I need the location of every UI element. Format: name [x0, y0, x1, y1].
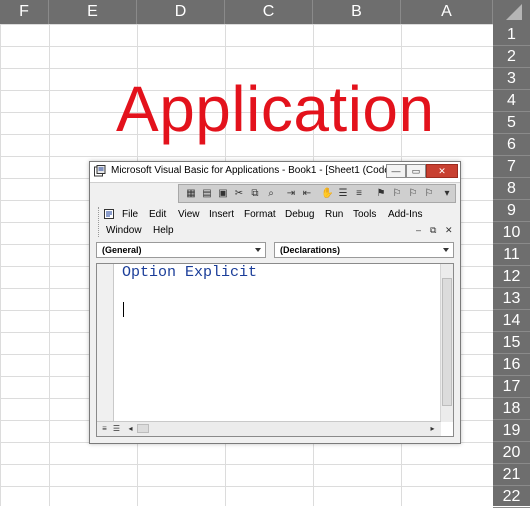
menu-view[interactable]: View [178, 209, 200, 220]
save-icon[interactable]: ▣ [217, 188, 229, 199]
child-minimize-icon[interactable]: – [416, 225, 421, 235]
chevron-down-icon [443, 248, 449, 252]
window-title: Microsoft Visual Basic for Applications … [111, 165, 396, 176]
row-header[interactable]: 19 [493, 420, 530, 442]
row-header[interactable]: 11 [493, 244, 530, 266]
row-header[interactable]: 10 [493, 222, 530, 244]
object-dropdown-value: (General) [102, 245, 142, 255]
vertical-scrollbar[interactable] [440, 264, 453, 422]
menu-run[interactable]: Run [325, 209, 343, 220]
select-all-icon [506, 4, 522, 20]
menu-help[interactable]: Help [153, 225, 174, 236]
toggle-bookmark-icon[interactable]: ⚑ [375, 188, 387, 199]
column-header-c[interactable]: C [225, 0, 313, 24]
code-line[interactable]: Option Explicit [122, 264, 257, 281]
procedure-dropdown[interactable]: (Declarations) [274, 242, 454, 258]
menu-debug[interactable]: Debug [285, 209, 314, 220]
row-header[interactable]: 7 [493, 156, 530, 178]
scroll-left-icon[interactable]: ◂ [125, 423, 136, 434]
row-header[interactable]: 6 [493, 134, 530, 156]
child-restore-icon[interactable]: ⧉ [430, 225, 436, 236]
row-header[interactable]: 3 [493, 68, 530, 90]
indent-icon[interactable]: ⇥ [285, 188, 297, 199]
menu-file[interactable]: File [122, 209, 138, 220]
child-close-icon[interactable]: ✕ [445, 225, 453, 236]
vba-app-icon[interactable] [94, 165, 106, 177]
window-title-bar[interactable]: Microsoft Visual Basic for Applications … [90, 162, 460, 183]
menu-window[interactable]: Window [106, 225, 142, 236]
previous-bookmark-icon[interactable]: ⚐ [407, 188, 419, 199]
menu-format[interactable]: Format [244, 209, 276, 220]
row-header[interactable]: 17 [493, 376, 530, 398]
standard-toolbar: ▦ ▤ ▣ ✂ ⧉ ⌕ ⇥ ⇤ ✋ ☰ ≡ ⚑ ⚐ ⚐ ⚐ ▾ [178, 184, 456, 203]
column-header-f[interactable]: F [0, 0, 49, 24]
uncomment-block-icon[interactable]: ≡ [353, 188, 365, 199]
restore-button[interactable]: ▭ [406, 164, 426, 178]
row-header[interactable]: 20 [493, 442, 530, 464]
row-header[interactable]: 21 [493, 464, 530, 486]
menu-grip[interactable] [98, 207, 101, 237]
margin-indicator-bar[interactable] [97, 264, 114, 422]
menu-bar: File Edit View Insert Format Debug Run T… [94, 205, 458, 239]
row-header[interactable]: 8 [493, 178, 530, 200]
row-header[interactable]: 15 [493, 332, 530, 354]
text-cursor [123, 302, 124, 317]
procedure-dropdown-value: (Declarations) [280, 245, 341, 255]
column-header-e[interactable]: E [49, 0, 137, 24]
clear-bookmarks-icon[interactable]: ⚐ [423, 188, 435, 199]
row-header[interactable]: 4 [493, 90, 530, 112]
column-header-a[interactable]: A [401, 0, 493, 24]
row-header[interactable]: 18 [493, 398, 530, 420]
row-header[interactable]: 22 [493, 486, 530, 508]
procedure-view-icon[interactable]: ≡ [99, 423, 110, 434]
grid-line [49, 24, 50, 506]
menu-edit[interactable]: Edit [149, 209, 166, 220]
object-dropdown[interactable]: (General) [96, 242, 266, 258]
code-window-icon[interactable] [104, 209, 114, 219]
column-header-d[interactable]: D [137, 0, 225, 24]
full-module-view-icon[interactable]: ☰ [111, 423, 122, 434]
row-header[interactable]: 13 [493, 288, 530, 310]
horizontal-scrollbar[interactable]: ≡ ☰ ◂ ▸ [97, 421, 441, 436]
row-header[interactable]: 14 [493, 310, 530, 332]
row-header[interactable]: 12 [493, 266, 530, 288]
column-header-b[interactable]: B [313, 0, 401, 24]
next-bookmark-icon[interactable]: ⚐ [391, 188, 403, 199]
insert-module-icon[interactable]: ▤ [201, 188, 213, 199]
find-icon[interactable]: ⌕ [265, 188, 277, 199]
column-header-bar: F E D C B A [0, 0, 530, 24]
row-header[interactable]: 1 [493, 24, 530, 46]
application-heading: Application [116, 73, 435, 145]
scroll-right-icon[interactable]: ▸ [427, 423, 438, 434]
menu-insert[interactable]: Insert [209, 209, 234, 220]
outdent-icon[interactable]: ⇤ [301, 188, 313, 199]
menu-add-ins[interactable]: Add-Ins [388, 209, 422, 220]
hand-icon[interactable]: ✋ [321, 188, 333, 199]
select-all-corner[interactable] [493, 0, 530, 24]
close-button[interactable]: ✕ [426, 164, 458, 178]
chevron-down-icon [255, 248, 261, 252]
menu-tools[interactable]: Tools [353, 209, 376, 220]
code-pane[interactable]: Option Explicit ≡ ☰ ◂ ▸ [96, 263, 454, 437]
comment-block-icon[interactable]: ☰ [337, 188, 349, 199]
vba-editor-window: Microsoft Visual Basic for Applications … [89, 161, 461, 444]
toolbar-overflow-icon[interactable]: ▾ [441, 188, 453, 199]
cut-icon[interactable]: ✂ [233, 188, 245, 199]
vertical-scroll-thumb[interactable] [442, 278, 452, 406]
row-header[interactable]: 5 [493, 112, 530, 134]
view-excel-icon[interactable]: ▦ [185, 188, 197, 199]
row-header[interactable]: 16 [493, 354, 530, 376]
row-header[interactable]: 9 [493, 200, 530, 222]
code-dropdowns: (General) (Declarations) [96, 242, 454, 260]
row-header[interactable]: 2 [493, 46, 530, 68]
horizontal-scroll-thumb[interactable] [137, 424, 149, 433]
minimize-button[interactable]: — [386, 164, 406, 178]
copy-icon[interactable]: ⧉ [249, 188, 261, 199]
